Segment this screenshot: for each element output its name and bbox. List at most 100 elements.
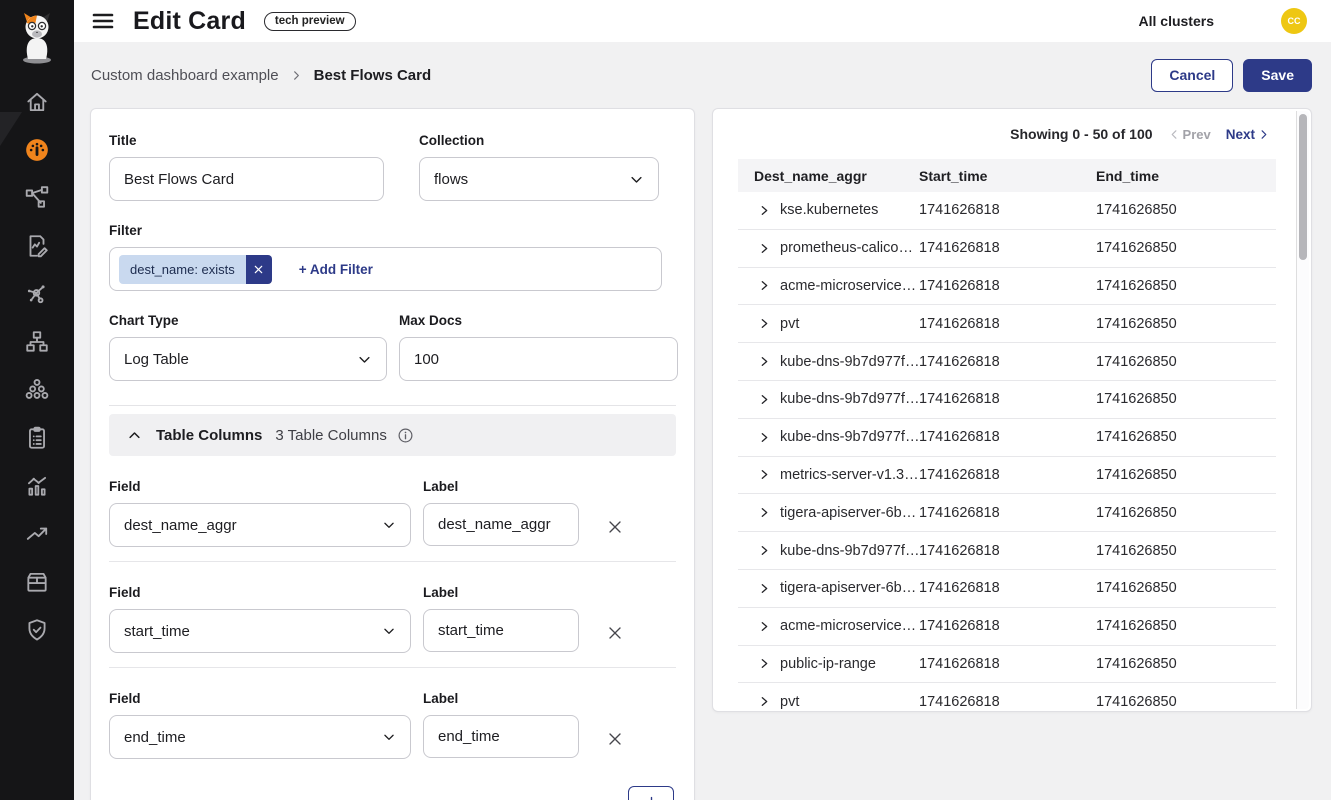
info-icon[interactable]	[397, 427, 414, 444]
expand-row-chevron-icon[interactable]	[758, 468, 771, 481]
topology-nodes-icon	[24, 185, 50, 211]
table-columns-section-header[interactable]: Table Columns 3 Table Columns	[109, 414, 676, 456]
calico-cat-logo[interactable]	[0, 0, 74, 70]
cell-start-time: 1741626818	[919, 543, 1096, 559]
column-editor-row: Field dest_name_aggr Label	[109, 479, 676, 547]
title-label: Title	[109, 133, 384, 148]
sidebar-item-shield[interactable]	[0, 606, 74, 654]
sidebar-item-report-edit[interactable]	[0, 222, 74, 270]
filter-chip-remove-button[interactable]	[246, 255, 272, 284]
add-column-button[interactable]	[628, 786, 674, 800]
title-input[interactable]	[109, 157, 384, 201]
chevron-down-icon	[382, 730, 396, 744]
scrollbar-thumb[interactable]	[1299, 114, 1307, 260]
chevron-left-icon	[1169, 129, 1180, 140]
chevron-down-icon	[382, 624, 396, 638]
table-row[interactable]: public-ip-range 1741626818 1741626850	[738, 646, 1276, 684]
table-row[interactable]: pvt 1741626818 1741626850	[738, 305, 1276, 343]
save-button[interactable]: Save	[1243, 59, 1312, 92]
expand-row-chevron-icon[interactable]	[758, 317, 771, 330]
chart-type-select-value: Log Table	[124, 351, 189, 368]
collection-select[interactable]: flows	[419, 157, 659, 201]
close-icon	[605, 623, 625, 643]
table-row[interactable]: kube-dns-9b7d977f… 1741626818 1741626850	[738, 343, 1276, 381]
cell-dest-name: prometheus-calico…	[780, 240, 913, 256]
remove-column-button[interactable]	[603, 515, 627, 539]
column-separator	[109, 561, 676, 562]
collapse-section-button[interactable]	[125, 426, 143, 444]
table-row[interactable]: tigera-apiserver-6b… 1741626818 17416268…	[738, 570, 1276, 608]
column-header-start-time[interactable]: Start_time	[919, 168, 1096, 184]
clipboard-list-icon	[24, 425, 50, 451]
field-select-end-time[interactable]: end_time	[109, 715, 411, 759]
sidebar-item-stats[interactable]	[0, 462, 74, 510]
calico-cat-logo-image	[15, 10, 59, 66]
expand-row-chevron-icon[interactable]	[758, 279, 771, 292]
expand-row-chevron-icon[interactable]	[758, 695, 771, 708]
expand-row-chevron-icon[interactable]	[758, 355, 771, 368]
table-row[interactable]: pvt 1741626818 1741626850	[738, 683, 1276, 712]
expand-row-chevron-icon[interactable]	[758, 431, 771, 444]
sidebar-item-home[interactable]	[0, 78, 74, 126]
document-pencil-icon	[24, 233, 50, 259]
breadcrumb-parent[interactable]: Custom dashboard example	[91, 67, 279, 84]
cluster-selector[interactable]: All clusters	[1139, 13, 1214, 29]
label-input-end-time[interactable]	[423, 715, 579, 758]
sidebar-item-dashboard[interactable]	[0, 126, 74, 174]
vertical-scrollbar[interactable]	[1296, 111, 1309, 709]
table-row[interactable]: kube-dns-9b7d977f… 1741626818 1741626850	[738, 532, 1276, 570]
expand-row-chevron-icon[interactable]	[758, 506, 771, 519]
sidebar-item-topology[interactable]	[0, 174, 74, 222]
table-row[interactable]: prometheus-calico… 1741626818 1741626850	[738, 230, 1276, 268]
expand-row-chevron-icon[interactable]	[758, 657, 771, 670]
expand-row-chevron-icon[interactable]	[758, 393, 771, 406]
sidebar-item-clipboard[interactable]	[0, 414, 74, 462]
expand-row-chevron-icon[interactable]	[758, 544, 771, 557]
title-field-group: Title	[109, 133, 384, 201]
remove-column-button[interactable]	[603, 621, 627, 645]
top-bar: Edit Card tech preview All clusters CC	[74, 0, 1331, 42]
column-editor-row: Field start_time Label	[109, 585, 676, 653]
expand-row-chevron-icon[interactable]	[758, 582, 771, 595]
cell-dest-name: tigera-apiserver-6b…	[780, 505, 916, 521]
sidebar-nav	[0, 78, 74, 654]
remove-column-button[interactable]	[603, 727, 627, 751]
max-docs-input[interactable]	[399, 337, 678, 381]
expand-row-chevron-icon[interactable]	[758, 620, 771, 633]
filter-chip-text: dest_name: exists	[119, 255, 246, 284]
table-row[interactable]: tigera-apiserver-6b… 1741626818 17416268…	[738, 494, 1276, 532]
table-row[interactable]: acme-microservice… 1741626818 1741626850	[738, 608, 1276, 646]
label-label: Label	[423, 585, 579, 600]
field-select-start-time[interactable]: start_time	[109, 609, 411, 653]
label-input-start-time[interactable]	[423, 609, 579, 652]
table-row[interactable]: acme-microservice… 1741626818 1741626850	[738, 268, 1276, 306]
sidebar-item-cluster[interactable]	[0, 366, 74, 414]
table-row[interactable]: kse.kubernetes 1741626818 1741626850	[738, 192, 1276, 230]
sidebar-item-graph-nodes[interactable]	[0, 270, 74, 318]
sidebar-item-package[interactable]	[0, 558, 74, 606]
next-page-button[interactable]: Next	[1226, 127, 1269, 142]
avatar[interactable]: CC	[1281, 8, 1307, 34]
filter-box[interactable]: dest_name: exists + Add Filter	[109, 247, 662, 291]
cell-start-time: 1741626818	[919, 429, 1096, 445]
table-row[interactable]: metrics-server-v1.3… 1741626818 17416268…	[738, 457, 1276, 495]
cell-dest-name: acme-microservice…	[780, 618, 916, 634]
column-header-end-time[interactable]: End_time	[1096, 168, 1276, 184]
add-filter-link[interactable]: + Add Filter	[299, 262, 373, 277]
sidebar-item-sitemap[interactable]	[0, 318, 74, 366]
chart-type-select[interactable]: Log Table	[109, 337, 387, 381]
field-select-dest-name-aggr[interactable]: dest_name_aggr	[109, 503, 411, 547]
hamburger-menu-button[interactable]	[88, 6, 118, 36]
prev-page-button[interactable]: Prev	[1169, 127, 1211, 142]
table-row[interactable]: kube-dns-9b7d977f… 1741626818 1741626850	[738, 419, 1276, 457]
table-row[interactable]: kube-dns-9b7d977f… 1741626818 1741626850	[738, 381, 1276, 419]
column-header-dest-name-aggr[interactable]: Dest_name_aggr	[738, 168, 919, 184]
cancel-button[interactable]: Cancel	[1151, 59, 1233, 92]
label-input-dest-name-aggr[interactable]	[423, 503, 579, 546]
cell-dest-name: pvt	[780, 694, 799, 710]
sidebar-item-trend[interactable]	[0, 510, 74, 558]
close-icon	[605, 729, 625, 749]
expand-row-chevron-icon[interactable]	[758, 242, 771, 255]
expand-row-chevron-icon[interactable]	[758, 204, 771, 217]
cell-end-time: 1741626850	[1096, 391, 1276, 407]
